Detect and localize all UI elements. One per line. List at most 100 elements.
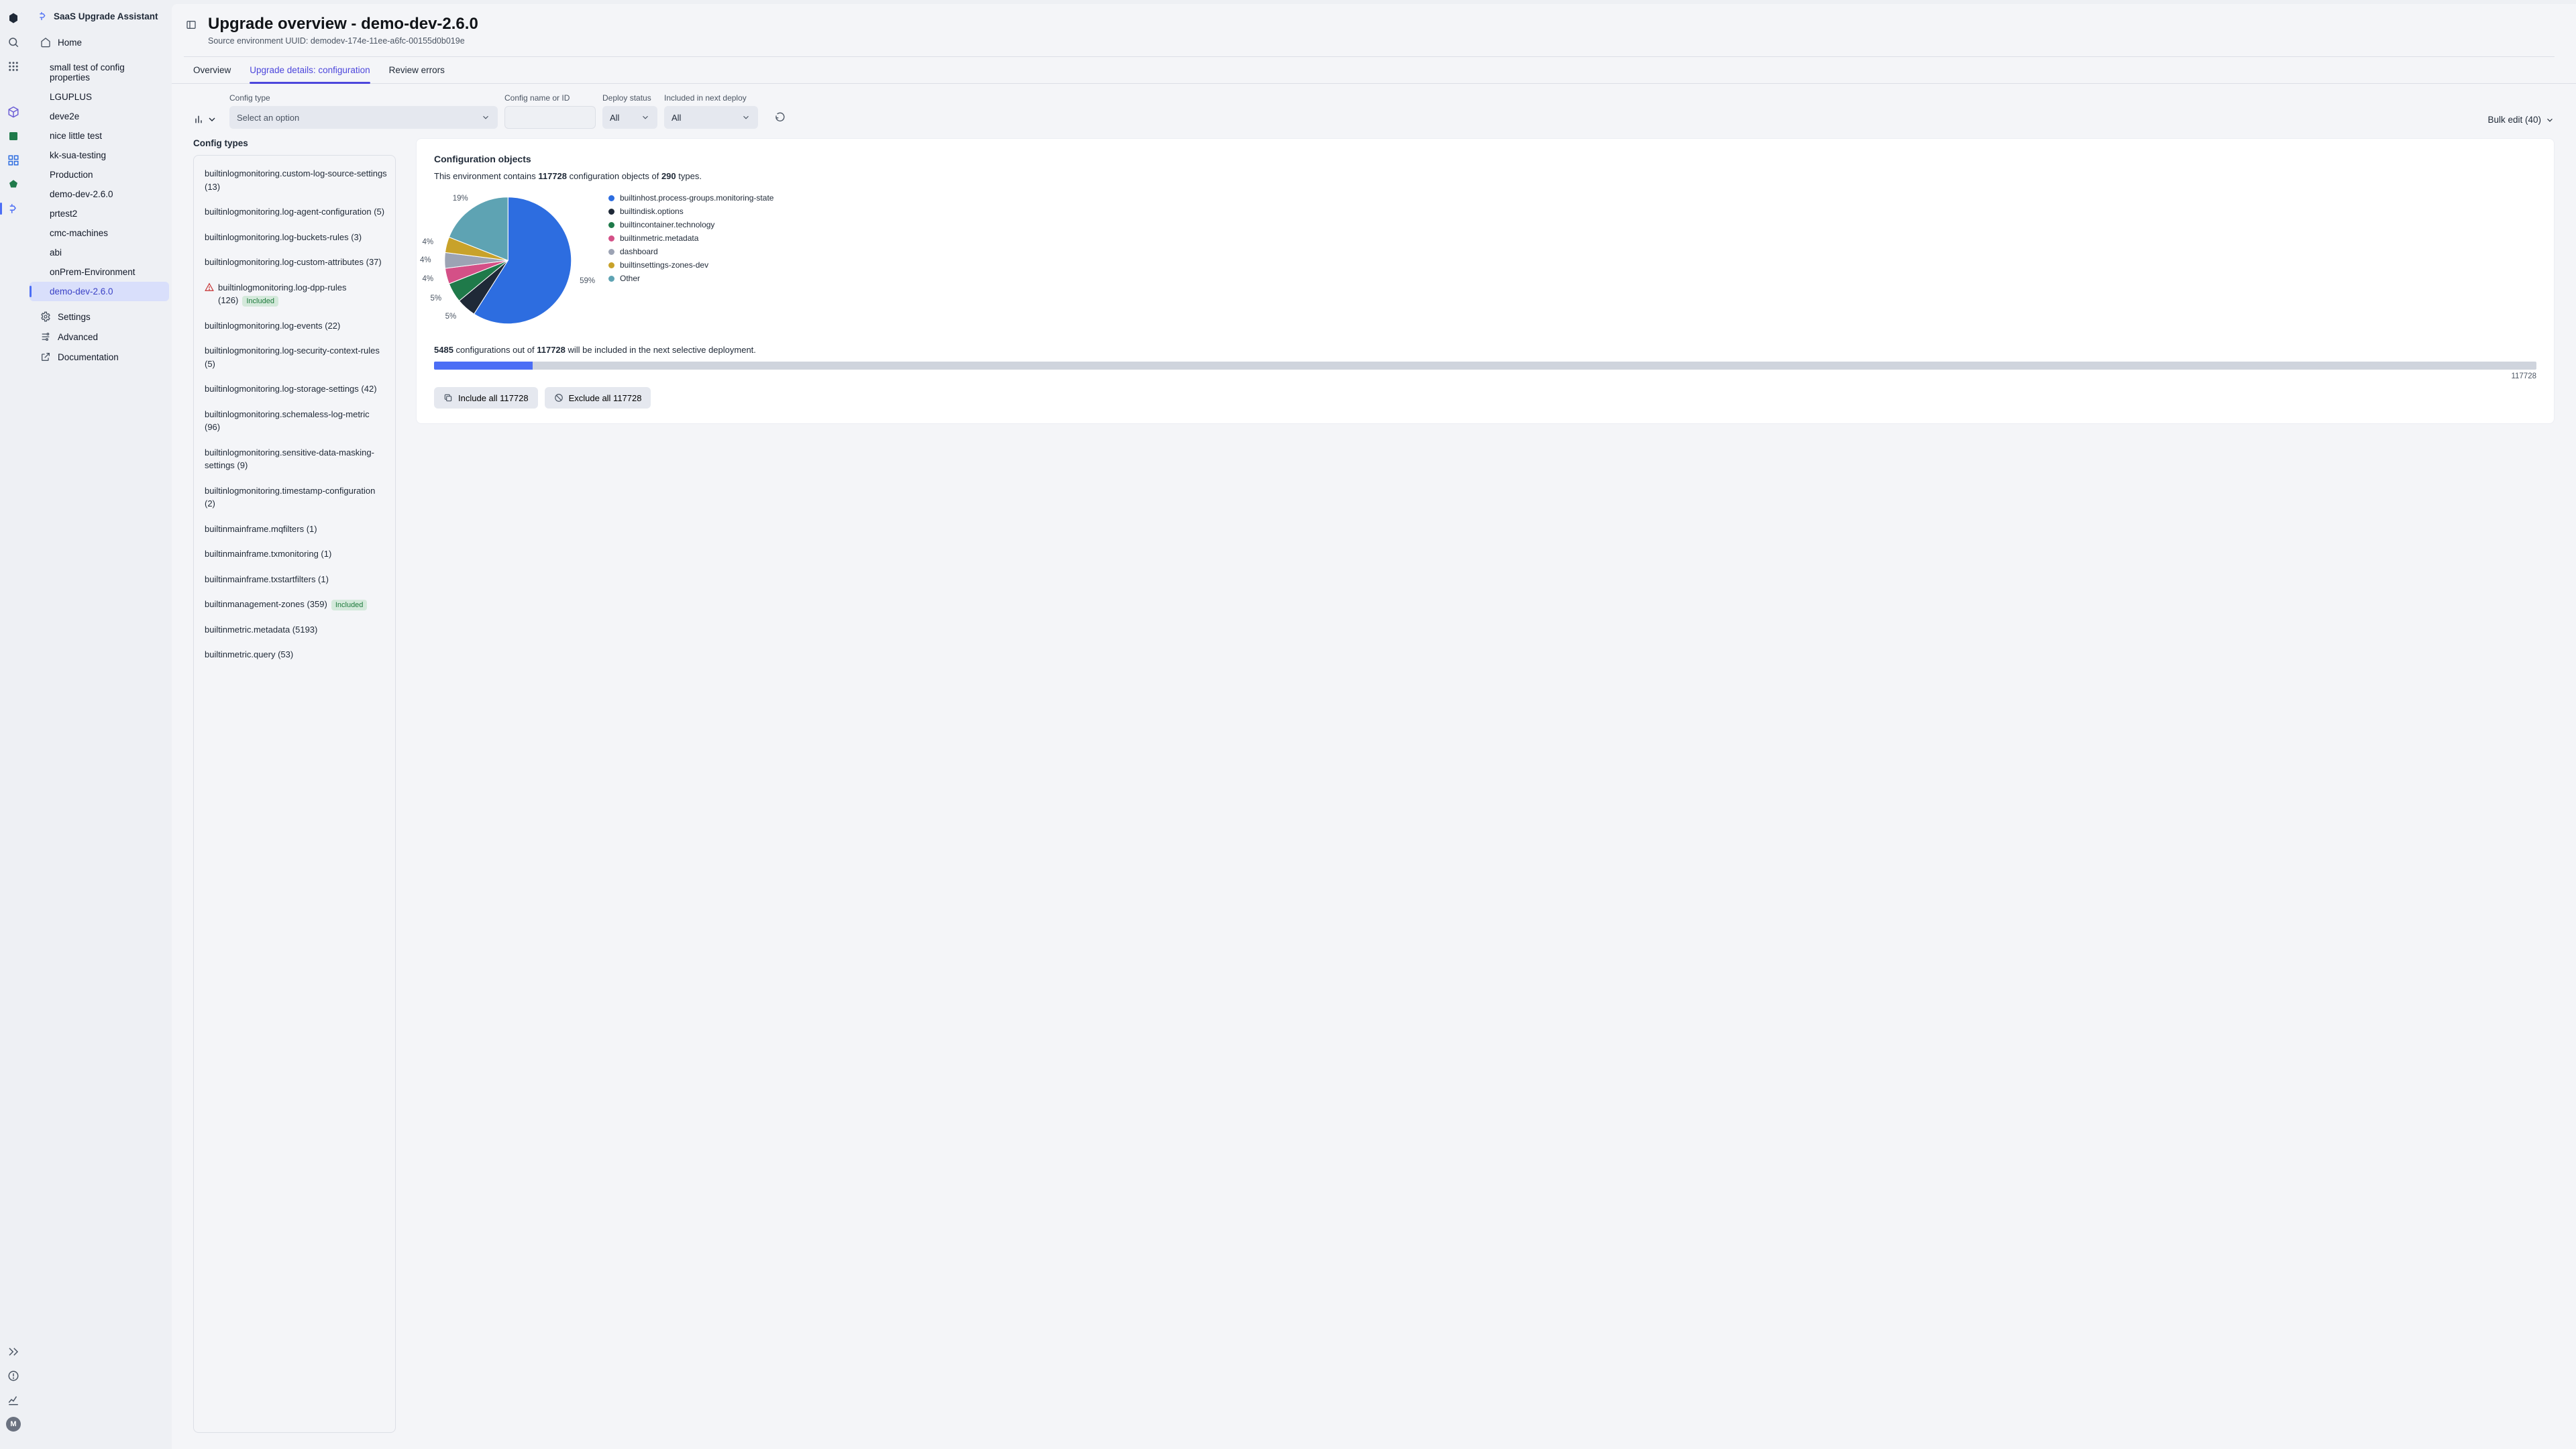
config-type-item[interactable]: builtinlogmonitoring.log-agent-configura… [199,199,392,225]
config-type-item[interactable]: builtinmainframe.txstartfilters (1) [199,567,392,592]
intro-total-objects: 117728 [538,171,567,181]
rail-logo-icon[interactable] [6,11,21,25]
help-icon[interactable] [6,1368,21,1383]
chart-mode-toggle[interactable] [193,114,217,129]
legend-swatch [608,235,614,241]
expand-rail-icon[interactable] [6,1344,21,1359]
intro-total-types: 290 [661,171,676,181]
config-type-item[interactable]: builtinmainframe.txmonitoring (1) [199,541,392,567]
nav-settings[interactable]: Settings [30,307,169,327]
deploy-progress-total: 117728 [434,372,2536,380]
config-type-label: builtinlogmonitoring.timestamp-configura… [205,484,387,511]
intro-prefix: This environment contains [434,171,538,181]
sidebar-item-label: onPrem-Environment [50,267,136,277]
rail-grid-icon[interactable] [6,153,21,168]
tabs: Overview Upgrade details: configuration Re… [172,56,2576,84]
config-type-label: builtinlogmonitoring.log-agent-configura… [205,205,384,219]
config-type-item[interactable]: builtinlogmonitoring.custom-log-source-s… [199,161,392,199]
app-title-row: SaaS Upgrade Assistant [27,7,172,32]
config-type-item[interactable]: builtinlogmonitoring.log-events (22) [199,313,392,339]
config-type-item[interactable]: builtinlogmonitoring.timestamp-configura… [199,478,392,517]
config-type-label: builtinlogmonitoring.log-buckets-rules (… [205,231,362,244]
tab[interactable]: Overview [193,56,231,83]
sidebar-item-env[interactable]: nice little test [30,126,169,146]
sidebar-item-env[interactable]: prtest2 [30,204,169,223]
user-avatar[interactable]: M [6,1417,21,1432]
config-type-label: builtinmainframe.mqfilters (1) [205,523,317,536]
config-types-panel: Config types builtinlogmonitoring.custom… [193,138,396,1433]
chevron-down-icon [741,113,751,122]
metrics-icon[interactable] [6,1393,21,1407]
config-types-list[interactable]: builtinlogmonitoring.custom-log-source-s… [193,155,396,1433]
sidebar-item-label: kk-sua-testing [50,150,106,160]
collapse-sidebar-button[interactable] [184,17,199,32]
config-type-item[interactable]: builtinlogmonitoring.log-buckets-rules (… [199,225,392,250]
legend-label: builtindisk.options [620,207,684,216]
config-type-item[interactable]: builtinmetric.query (53) [199,642,392,667]
sidebar-item-env[interactable]: cmc-machines [30,223,169,243]
legend-label: builtinmetric.metadata [620,233,698,243]
sidebar-item-env[interactable]: demo-dev-2.6.0 [30,282,169,301]
tab[interactable]: Review errors [389,56,445,83]
legend-item: builtincontainer.technology [608,220,773,229]
sidebar-item-env[interactable]: kk-sua-testing [30,146,169,165]
config-type-item[interactable]: builtinmetric.metadata (5193) [199,617,392,643]
sidebar-item-label: cmc-machines [50,228,108,238]
sidebar-item-env[interactable]: small test of config properties [30,58,169,87]
exclude-all-button[interactable]: Exclude all 117728 [545,387,651,409]
include-all-button[interactable]: Include all 117728 [434,387,538,409]
pie-slice-label: 19% [453,195,468,203]
sidebar-item-label: abi [50,248,62,258]
rail-shape-icon[interactable] [6,177,21,192]
config-type-item[interactable]: builtinlogmonitoring.schemaless-log-metr… [199,402,392,440]
apps-icon[interactable] [6,59,21,74]
sidebar-item-label: demo-dev-2.6.0 [50,286,113,297]
sidebar-item-label: nice little test [50,131,102,141]
config-types-title: Config types [193,138,396,148]
tab[interactable]: Upgrade details: configuration [250,56,370,83]
sliders-icon [40,331,51,342]
overview-panel: Configuration objects This environment c… [416,138,2555,1433]
intro-mid: configuration objects of [567,171,661,181]
pie-slice-label: 5% [430,294,441,303]
sidebar-item-env[interactable]: deve2e [30,107,169,126]
filter-config-name-input[interactable] [504,106,596,129]
sidebar-item-env[interactable]: Production [30,165,169,184]
config-type-item[interactable]: builtinlogmonitoring.log-security-contex… [199,338,392,376]
legend-label: builtinhost.process-groups.monitoring-st… [620,193,773,203]
sidebar-item-label: demo-dev-2.6.0 [50,189,113,199]
warning-icon [205,282,214,296]
config-type-item[interactable]: builtinmainframe.mqfilters (1) [199,517,392,542]
rail-table-icon[interactable] [6,129,21,144]
config-type-item[interactable]: builtinlogmonitoring.log-custom-attribut… [199,250,392,275]
filter-config-type-select[interactable]: Select an option [229,106,498,129]
config-type-label: builtinlogmonitoring.custom-log-source-s… [205,167,387,193]
rail-assistant-icon[interactable] [6,201,21,216]
filter-config-type-placeholder: Select an option [237,113,299,123]
page-title: Upgrade overview - demo-dev-2.6.0 [208,15,478,34]
bulk-edit-button[interactable]: Bulk edit (40) [2487,115,2555,129]
config-type-item[interactable]: builtinlogmonitoring.log-storage-setting… [199,376,392,402]
filter-deploy-status-select[interactable]: All [602,106,657,129]
page-subtitle: Source environment UUID: demodev-174e-11… [208,36,478,46]
exclude-all-label: Exclude all 117728 [569,393,642,403]
config-type-item[interactable]: builtinlogmonitoring.sensitive-data-mask… [199,440,392,478]
sidebar-item-env[interactable]: demo-dev-2.6.0 [30,184,169,204]
filter-included-select[interactable]: All [664,106,758,129]
sidebar-item-env[interactable]: LGUPLUS [30,87,169,107]
nav-home[interactable]: Home [30,32,169,52]
reset-filters-button[interactable] [769,106,792,129]
sidebar-item-env[interactable]: abi [30,243,169,262]
sidebar-item-env[interactable]: onPrem-Environment [30,262,169,282]
filter-config-type-label: Config type [229,93,498,103]
bar-chart-icon [193,114,204,125]
intro-suffix: types. [676,171,702,181]
config-type-item[interactable]: builtinmanagement-zones (359)Included [199,592,392,617]
config-type-item[interactable]: builtinlogmonitoring.log-dpp-rules (126)… [199,275,392,313]
legend-swatch [608,276,614,282]
sidebar: SaaS Upgrade Assistant Home small test o… [27,0,172,1449]
rail-cube-icon[interactable] [6,105,21,119]
nav-advanced[interactable]: Advanced [30,327,169,347]
search-icon[interactable] [6,35,21,50]
nav-documentation[interactable]: Documentation [30,347,169,367]
